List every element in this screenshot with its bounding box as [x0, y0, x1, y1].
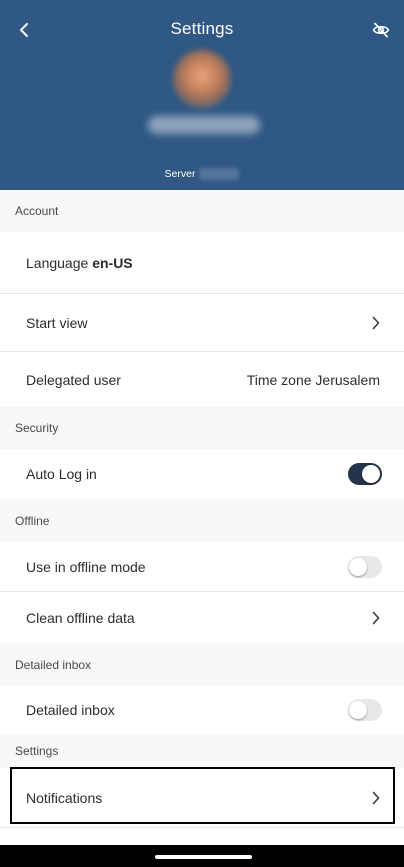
toggle-visibility-button[interactable]: [368, 18, 394, 42]
delegated-user-row[interactable]: Delegated user Time zone Jerusalem: [0, 352, 404, 407]
chevron-right-icon: [370, 791, 382, 805]
auto-login-row: Auto Log in: [0, 449, 404, 499]
clean-offline-data-row[interactable]: Clean offline data: [0, 592, 404, 643]
eye-off-icon: [372, 22, 390, 38]
auto-login-toggle[interactable]: [348, 463, 382, 485]
server-info: Server: [0, 168, 404, 180]
offline-mode-row: Use in offline mode: [0, 542, 404, 592]
delegated-user-label: Delegated user: [26, 371, 121, 388]
chevron-right-icon: [370, 611, 382, 625]
section-header-offline: Offline: [0, 499, 404, 542]
notifications-row[interactable]: Notifications: [0, 768, 404, 828]
section-header-settings: Settings: [0, 734, 404, 768]
offline-mode-toggle[interactable]: [348, 555, 382, 578]
detailed-inbox-label: Detailed inbox: [26, 702, 115, 718]
toggle-knob: [349, 557, 367, 576]
toggle-knob: [349, 701, 367, 719]
avatar: [173, 50, 231, 108]
detailed-inbox-toggle[interactable]: [348, 699, 382, 721]
offline-mode-label: Use in offline mode: [26, 558, 146, 575]
server-label: Server: [164, 168, 196, 180]
clean-offline-data-label: Clean offline data: [26, 609, 135, 626]
server-value-redacted: [199, 168, 240, 180]
language-value: en-US: [92, 254, 133, 271]
profile-header: Settings Server: [0, 0, 404, 190]
language-row[interactable]: Language en-US: [0, 232, 404, 294]
system-nav-bar: [0, 845, 404, 867]
section-header-security: Security: [0, 407, 404, 449]
language-label: Language: [26, 254, 89, 271]
start-view-label: Start view: [26, 314, 88, 331]
notifications-label: Notifications: [26, 789, 103, 806]
section-header-account: Account: [0, 190, 404, 232]
chevron-right-icon: [370, 316, 382, 330]
home-indicator[interactable]: [155, 855, 252, 859]
section-header-detailed-inbox: Detailed inbox: [0, 643, 404, 686]
user-name-redacted: [148, 116, 260, 134]
start-view-row[interactable]: Start view: [0, 294, 404, 352]
auto-login-label: Auto Log in: [26, 466, 97, 482]
page-title: Settings: [170, 19, 234, 38]
detailed-inbox-row: Detailed inbox: [0, 686, 404, 734]
toggle-knob: [362, 465, 380, 483]
time-zone-text: Time zone Jerusalem: [246, 371, 380, 388]
